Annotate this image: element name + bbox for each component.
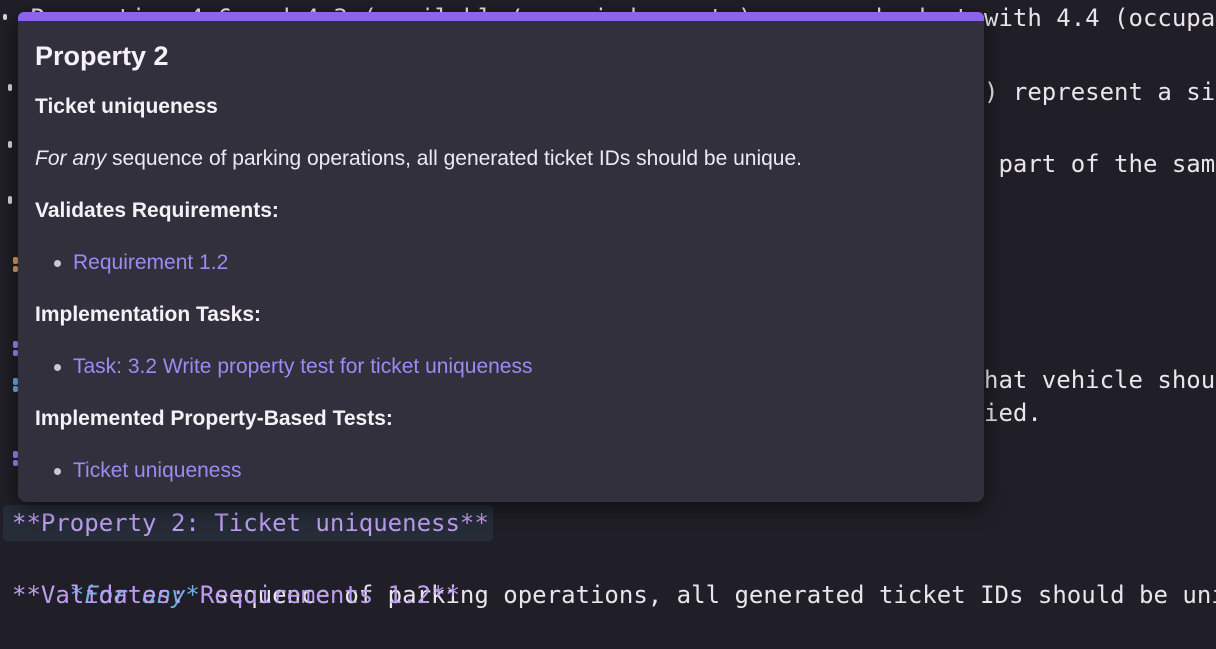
task-link[interactable]: Task: 3.2 Write property test for ticket…	[73, 355, 533, 378]
list-item: Requirement 1.2	[35, 250, 966, 276]
popup-description-italic: For any	[35, 147, 106, 170]
validates-list: Requirement 1.2	[35, 250, 966, 276]
list-item: Task: 3.2 Write property test for ticket…	[35, 354, 966, 380]
editor-screen: { "popup": { "title": "Property 2", "sub…	[0, 0, 1216, 632]
requirement-link[interactable]: Requirement 1.2	[73, 251, 228, 274]
hover-popup: Property 2 Ticket uniqueness For any seq…	[18, 12, 984, 502]
editor-line-fragment[interactable]: with 4.4 (occupa	[984, 0, 1215, 36]
text-fragment	[3, 14, 7, 20]
bullet-icon	[54, 468, 61, 475]
section-label-tests: Implemented Property-Based Tests:	[35, 406, 966, 432]
popup-subtitle: Ticket uniqueness	[35, 94, 966, 120]
section-label-validates: Validates Requirements:	[35, 198, 966, 224]
list-item: Ticket uniqueness	[35, 458, 966, 484]
tests-list: Ticket uniqueness	[35, 458, 966, 484]
tasks-list: Task: 3.2 Write property test for ticket…	[35, 354, 966, 380]
editor-line-validates[interactable]: **Validates: Requirements 1.2**	[12, 577, 460, 613]
popup-description-rest: sequence of parking operations, all gene…	[106, 147, 802, 170]
editor-line-property-heading[interactable]: **Property 2: Ticket uniqueness**	[12, 505, 489, 541]
text-fragment	[8, 84, 12, 91]
bullet-icon	[54, 260, 61, 267]
bullet-icon	[54, 364, 61, 371]
text-fragment	[8, 196, 12, 204]
popup-description: For any sequence of parking operations, …	[35, 146, 966, 172]
editor-line-fragment[interactable]: ) represent a si	[984, 74, 1215, 110]
text-fragment	[8, 141, 12, 148]
test-link[interactable]: Ticket uniqueness	[73, 459, 241, 482]
popup-title: Property 2	[35, 40, 966, 72]
editor-line-fragment[interactable]: hat vehicle shou	[984, 362, 1215, 398]
editor-line-fragment[interactable]: ied.	[984, 395, 1042, 431]
section-label-tasks: Implementation Tasks:	[35, 302, 966, 328]
editor-line-fragment[interactable]: part of the sam	[984, 146, 1215, 182]
